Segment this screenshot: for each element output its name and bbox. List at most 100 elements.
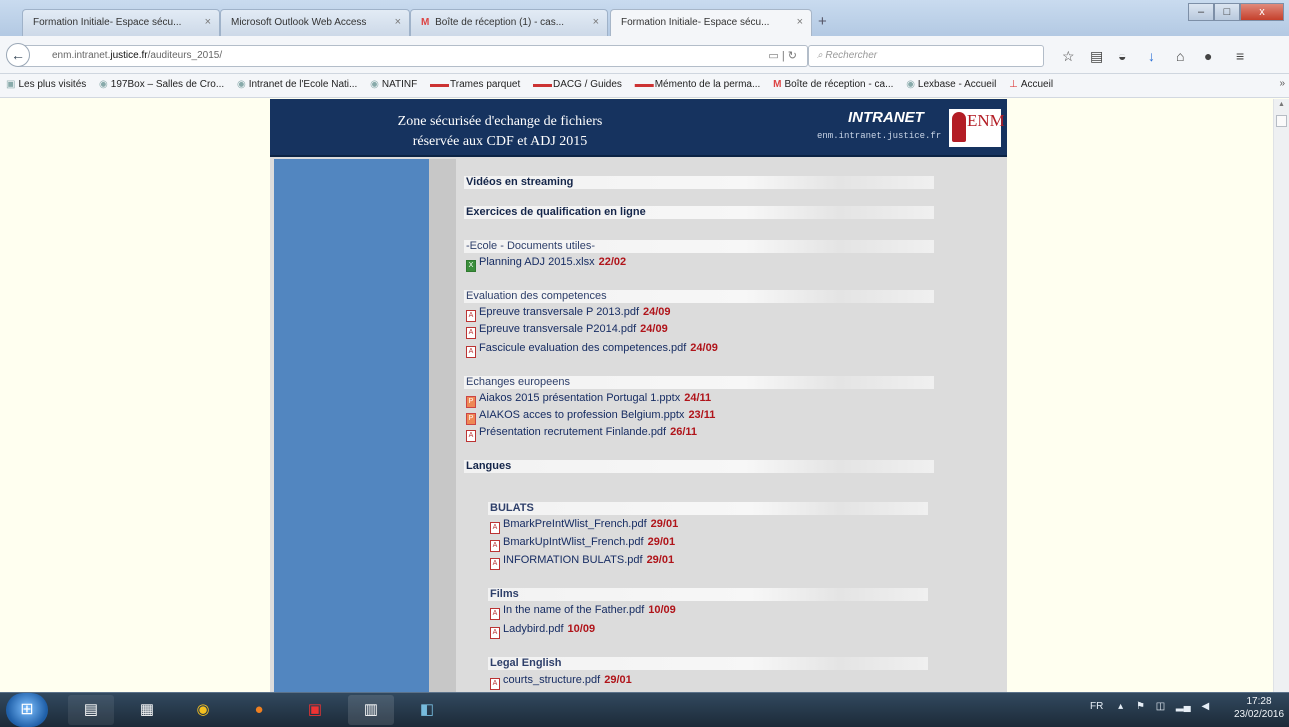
image-app-icon[interactable]: ◧ <box>404 695 450 725</box>
pocket-icon[interactable]: ◒ <box>1118 48 1126 64</box>
enm-logo-mark-icon <box>952 112 966 142</box>
clock[interactable]: 17:28 23/02/2016 <box>1232 695 1286 721</box>
category-legal-english[interactable]: Legal English <box>488 657 928 670</box>
file-link[interactable]: A BmarkUpIntWlist_French.pdf 29/01 <box>490 535 675 552</box>
bookmark-lexbase[interactable]: ◉ Lexbase - Accueil <box>906 79 996 90</box>
tab-label: Formation Initiale- Espace sécu... <box>33 17 182 28</box>
bookmark-gmail-inbox[interactable]: M Boîte de réception - ca... <box>773 79 893 90</box>
file-link[interactable]: A Fascicule evaluation des competences.pd… <box>466 341 718 358</box>
new-tab-icon[interactable]: + <box>818 13 827 30</box>
file-link[interactable]: P Aiakos 2015 présentation Portugal 1.ppt… <box>466 391 711 408</box>
file-link[interactable]: A In the name of the Father.pdf 10/09 <box>490 603 676 620</box>
bookmark-star-icon[interactable]: ☆ <box>1062 48 1075 65</box>
tab-close-icon[interactable]: × <box>205 16 211 28</box>
bookmarks-toolbar: ▣ Les plus visités ◉ 197Box – Salles de Cr… <box>0 74 1289 98</box>
french-flag-icon: ▬▬ <box>430 79 449 90</box>
office-app-icon[interactable]: ▣ <box>292 695 338 725</box>
hamburger-menu-icon[interactable]: ≡ <box>1236 48 1244 64</box>
category-exercices-qualification[interactable]: Exercices de qualification en ligne <box>464 206 934 219</box>
volume-icon[interactable]: ◀ <box>1201 701 1209 712</box>
back-arrow-icon[interactable]: ← <box>6 43 30 67</box>
file-link[interactable]: A Epreuve transversale P2014.pdf 24/09 <box>466 322 668 339</box>
tab-formation-initiale-1[interactable]: Formation Initiale- Espace sécu... × <box>22 9 220 36</box>
file-link[interactable]: A Présentation recrutement Finlande.pdf 26… <box>466 425 697 442</box>
category-evaluation-competences[interactable]: Evaluation des competences <box>464 290 934 303</box>
site-title-line1: Zone sécurisée d'echange de fichiers <box>397 114 603 129</box>
category-echanges-europeens[interactable]: Echanges europeens <box>464 376 934 389</box>
tray-overflow-icon[interactable]: ▴ <box>1118 701 1123 712</box>
bookmark-memento[interactable]: ▬▬ Mémento de la perma... <box>635 79 761 90</box>
file-link[interactable]: A Epreuve transversale P 2013.pdf 24/09 <box>466 305 671 322</box>
file-link[interactable]: A Ladybird.pdf 10/09 <box>490 622 595 639</box>
maximize-icon[interactable]: □ <box>1214 3 1240 21</box>
tab-label: Microsoft Outlook Web Access <box>231 17 367 28</box>
category-langues[interactable]: Langues <box>464 460 934 473</box>
reader-reload-icons[interactable]: ▭ | ↻ <box>768 49 797 62</box>
category-videos-streaming[interactable]: Vidéos en streaming <box>464 176 934 189</box>
file-link[interactable]: P AIAKOS acces to profession Belgium.pptx… <box>466 408 715 425</box>
file-list-panel: Vidéos en streaming Exercices de qualifi… <box>458 159 1003 692</box>
search-placeholder: Rechercher <box>825 50 878 61</box>
start-button-icon[interactable]: ⊞ <box>6 693 48 727</box>
bookmark-trames-parquet[interactable]: ▬▬ Trames parquet <box>430 79 520 90</box>
chrome-icon[interactable]: ◉ <box>180 695 226 725</box>
pdf-file-icon: A <box>466 327 476 339</box>
download-arrow-icon[interactable]: ↓ <box>1148 48 1155 64</box>
language-indicator[interactable]: FR <box>1090 701 1103 712</box>
globe-icon: ◉ <box>236 79 246 90</box>
enm-logo-text: ENM <box>967 111 1005 130</box>
document-app-icon[interactable]: ▥ <box>348 695 394 725</box>
navigation-toolbar: enm.intranet.justice.fr/auditeurs_2015/ … <box>0 36 1289 74</box>
bookmarks-menu-icon[interactable]: ▤ <box>1090 48 1103 65</box>
bookmark-197box[interactable]: ◉ 197Box – Salles de Cro... <box>99 79 224 90</box>
tab-close-icon[interactable]: × <box>395 16 401 28</box>
explorer-folder-icon[interactable]: ▤ <box>68 695 114 725</box>
file-link[interactable]: X Planning ADJ 2015.xlsx 22/02 <box>466 255 626 272</box>
calculator-icon[interactable]: ▦ <box>124 695 170 725</box>
category-films[interactable]: Films <box>488 588 928 601</box>
globe-icon: ◉ <box>99 79 108 90</box>
firefox-icon[interactable]: ● <box>236 695 282 725</box>
url-field[interactable]: enm.intranet.justice.fr/auditeurs_2015/ … <box>18 45 808 67</box>
tab-outlook-web-access[interactable]: Microsoft Outlook Web Access × <box>220 9 410 36</box>
pdf-file-icon: A <box>490 522 500 534</box>
signal-icon[interactable]: ▂▄ <box>1176 701 1191 712</box>
chat-icon[interactable]: ● <box>1204 48 1212 64</box>
french-flag-icon: ▬▬ <box>533 79 552 90</box>
powerpoint-file-icon: P <box>466 396 476 408</box>
tab-formation-initiale-active[interactable]: Formation Initiale- Espace sécu... × <box>610 9 812 37</box>
bookmark-intranet-ecole[interactable]: ◉ Intranet de l'Ecole Nati... <box>237 79 357 90</box>
site-header: Zone sécurisée d'echange de fichiers rés… <box>270 99 1007 157</box>
pdf-file-icon: A <box>466 346 476 358</box>
excel-file-icon: X <box>466 260 476 272</box>
bookmark-most-visited[interactable]: ▣ Les plus visités <box>6 79 86 90</box>
bookmark-natinf[interactable]: ◉ NATINF <box>370 79 417 90</box>
browser-tab-bar: Formation Initiale- Espace sécu... × Mic… <box>0 0 1289 37</box>
url-path: /auditeurs_2015/ <box>147 50 223 61</box>
clock-date: 23/02/2016 <box>1233 709 1285 720</box>
tab-close-icon[interactable]: × <box>797 16 803 28</box>
file-link[interactable]: A BmarkPreIntWlist_French.pdf 29/01 <box>490 517 678 534</box>
tab-close-icon[interactable]: × <box>593 16 599 28</box>
windows-taskbar: ⊞ ▤ ▦ ◉ ● ▣ ▥ ◧ FR ▴ ⚑ ◫ ▂▄ ◀ 17:28 23/0… <box>0 692 1289 727</box>
french-flag-icon: ▬▬ <box>634 79 654 90</box>
scroll-up-arrow-icon[interactable]: ▲ <box>1278 101 1285 108</box>
file-link[interactable]: A INFORMATION BULATS.pdf 29/01 <box>490 553 674 570</box>
category-ecole-documents[interactable]: -Ecole - Documents utiles- <box>464 240 934 253</box>
network-icon[interactable]: ◫ <box>1156 701 1165 712</box>
category-bulats[interactable]: BULATS <box>488 502 928 515</box>
minimize-icon[interactable]: – <box>1188 3 1214 21</box>
enm-logo: ENM <box>949 109 1005 147</box>
bookmarks-overflow-icon[interactable]: » <box>1279 78 1285 89</box>
scrollbar-thumb[interactable] <box>1276 115 1287 127</box>
bookmark-dacg-guides[interactable]: ▬▬ DACG / Guides <box>533 79 622 90</box>
bookmark-accueil[interactable]: ⊥ Accueil <box>1009 79 1053 90</box>
search-input[interactable]: ⌕ Rechercher <box>808 45 1044 67</box>
action-center-flag-icon[interactable]: ⚑ <box>1136 701 1145 712</box>
file-link[interactable]: Acourts_structure.pdf 29/01 <box>490 673 632 690</box>
vertical-scrollbar[interactable]: ▲ <box>1273 99 1289 692</box>
pdf-file-icon: A <box>490 678 500 690</box>
tab-gmail-inbox[interactable]: M Boîte de réception (1) - cas... × <box>410 9 608 36</box>
home-icon[interactable]: ⌂ <box>1176 48 1184 64</box>
close-window-icon[interactable]: x <box>1240 3 1284 21</box>
